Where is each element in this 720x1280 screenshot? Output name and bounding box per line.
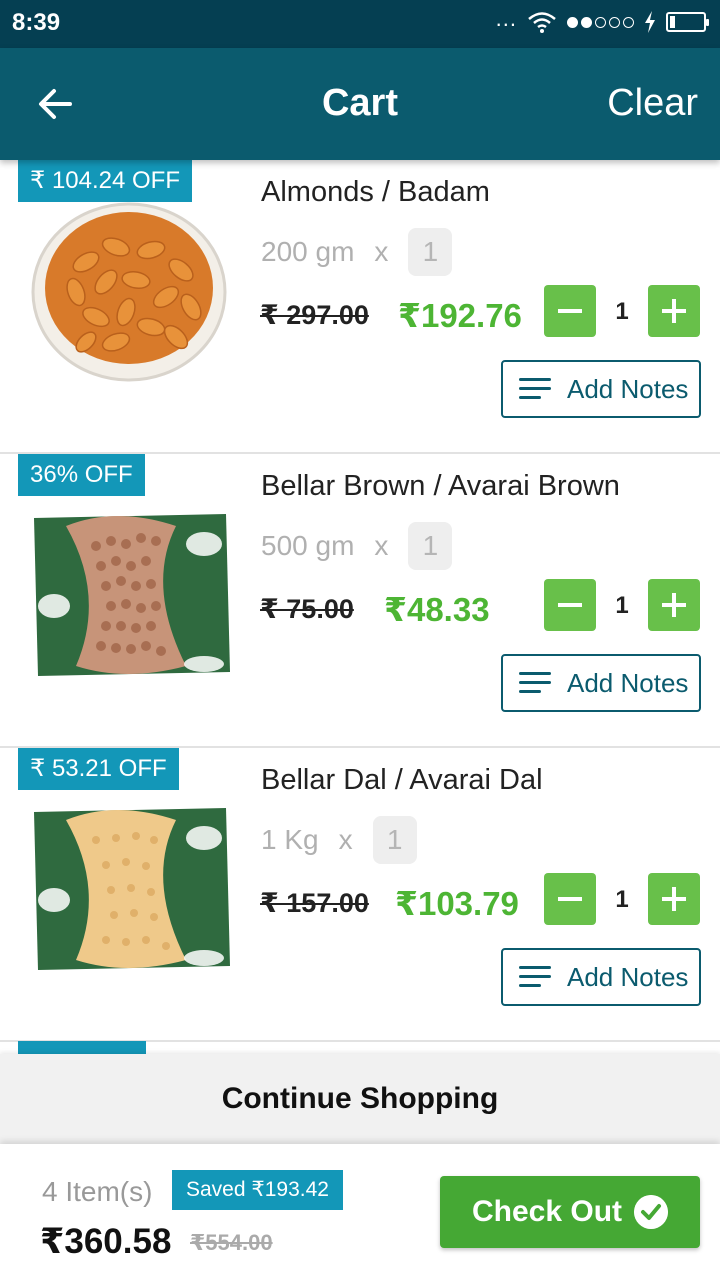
unit-quantity: 500 gm x 1: [261, 522, 453, 570]
wifi-icon: [528, 12, 556, 33]
times-sign: x: [338, 824, 353, 855]
increase-button[interactable]: [648, 285, 700, 337]
times-sign: x: [374, 236, 389, 267]
notes-lines-icon: [519, 378, 551, 400]
discounted-price: ₹103.79: [395, 885, 519, 922]
cart-item: ₹ 104.24 OFF Almonds / Badam 200 gm x 1 …: [0, 160, 720, 454]
discounted-price: ₹48.33: [384, 591, 490, 628]
checkout-footer: 4 Item(s) Saved ₹193.42 ₹360.58 ₹554.00 …: [0, 1144, 720, 1280]
unit-size: 200 gm: [261, 236, 355, 267]
cart-list[interactable]: ₹ 104.24 OFF Almonds / Badam 200 gm x 1 …: [0, 160, 720, 1054]
clear-cart-button[interactable]: Clear: [607, 82, 698, 125]
cart-item: 36% OFF Bellar Brown / Avarai Brown 500 …: [0, 454, 720, 748]
add-notes-label: Add Notes: [567, 373, 689, 404]
original-total: ₹554.00: [190, 1230, 273, 1255]
quantity-value: 1: [615, 886, 629, 913]
unit-quantity: 1 Kg x 1: [261, 816, 417, 864]
notes-lines-icon: [519, 966, 551, 988]
next-item-badge-peek: [18, 1041, 146, 1055]
add-notes-button[interactable]: Add Notes: [501, 654, 701, 712]
discount-badge: 36% OFF: [18, 454, 145, 496]
original-price: ₹ 157.00: [260, 888, 369, 918]
original-price: ₹ 75.00: [260, 594, 354, 624]
brown-beans-pack-image: [34, 514, 230, 676]
notes-lines-icon: [519, 672, 551, 694]
decrease-button[interactable]: [544, 285, 596, 337]
times-sign: x: [374, 530, 389, 561]
status-icons: ...: [495, 6, 709, 34]
app-bar: Cart Clear: [0, 48, 720, 160]
unit-quantity: 200 gm x 1: [261, 228, 453, 276]
battery-icon: [666, 12, 709, 32]
original-price: ₹ 297.00: [260, 300, 369, 330]
saved-badge: Saved ₹193.42: [172, 1170, 343, 1210]
discount-badge: ₹ 53.21 OFF: [18, 748, 179, 790]
unit-qty-box: 1: [408, 522, 453, 570]
quantity-value: 1: [615, 592, 629, 619]
item-count: 4 Item(s): [42, 1176, 153, 1207]
almonds-image: [31, 202, 227, 382]
discounted-price: ₹192.76: [398, 297, 522, 334]
discount-badge: ₹ 104.24 OFF: [18, 160, 192, 202]
product-name: Bellar Brown / Avarai Brown: [261, 470, 620, 502]
dal-pack-image: [34, 808, 230, 970]
add-notes-label: Add Notes: [567, 667, 689, 698]
unit-size: 1 Kg: [261, 824, 319, 855]
product-name: Almonds / Badam: [261, 176, 490, 208]
add-notes-button[interactable]: Add Notes: [501, 360, 701, 418]
increase-button[interactable]: [648, 873, 700, 925]
product-name: Bellar Dal / Avarai Dal: [261, 764, 543, 796]
quantity-value: 1: [615, 298, 629, 325]
checkout-button[interactable]: Check Out: [440, 1176, 700, 1248]
check-circle-icon: [634, 1195, 668, 1229]
signal-dots-icon: [567, 16, 634, 28]
cart-item: ₹ 53.21 OFF Bellar Dal / Avarai Dal 1 Kg…: [0, 748, 720, 1042]
checkout-label: Check Out: [472, 1195, 623, 1228]
status-time: 8:39: [12, 9, 61, 36]
add-notes-button[interactable]: Add Notes: [501, 948, 701, 1006]
decrease-button[interactable]: [544, 873, 596, 925]
more-dots-icon: ...: [495, 6, 517, 31]
add-notes-label: Add Notes: [567, 961, 689, 992]
continue-shopping-button[interactable]: Continue Shopping: [0, 1054, 720, 1144]
unit-qty-box: 1: [372, 816, 417, 864]
status-bar: 8:39 ...: [0, 0, 720, 48]
cart-total: ₹360.58: [40, 1222, 172, 1261]
unit-size: 500 gm: [261, 530, 355, 561]
charging-bolt-icon: [645, 11, 655, 33]
increase-button[interactable]: [648, 579, 700, 631]
unit-qty-box: 1: [408, 228, 453, 276]
decrease-button[interactable]: [544, 579, 596, 631]
